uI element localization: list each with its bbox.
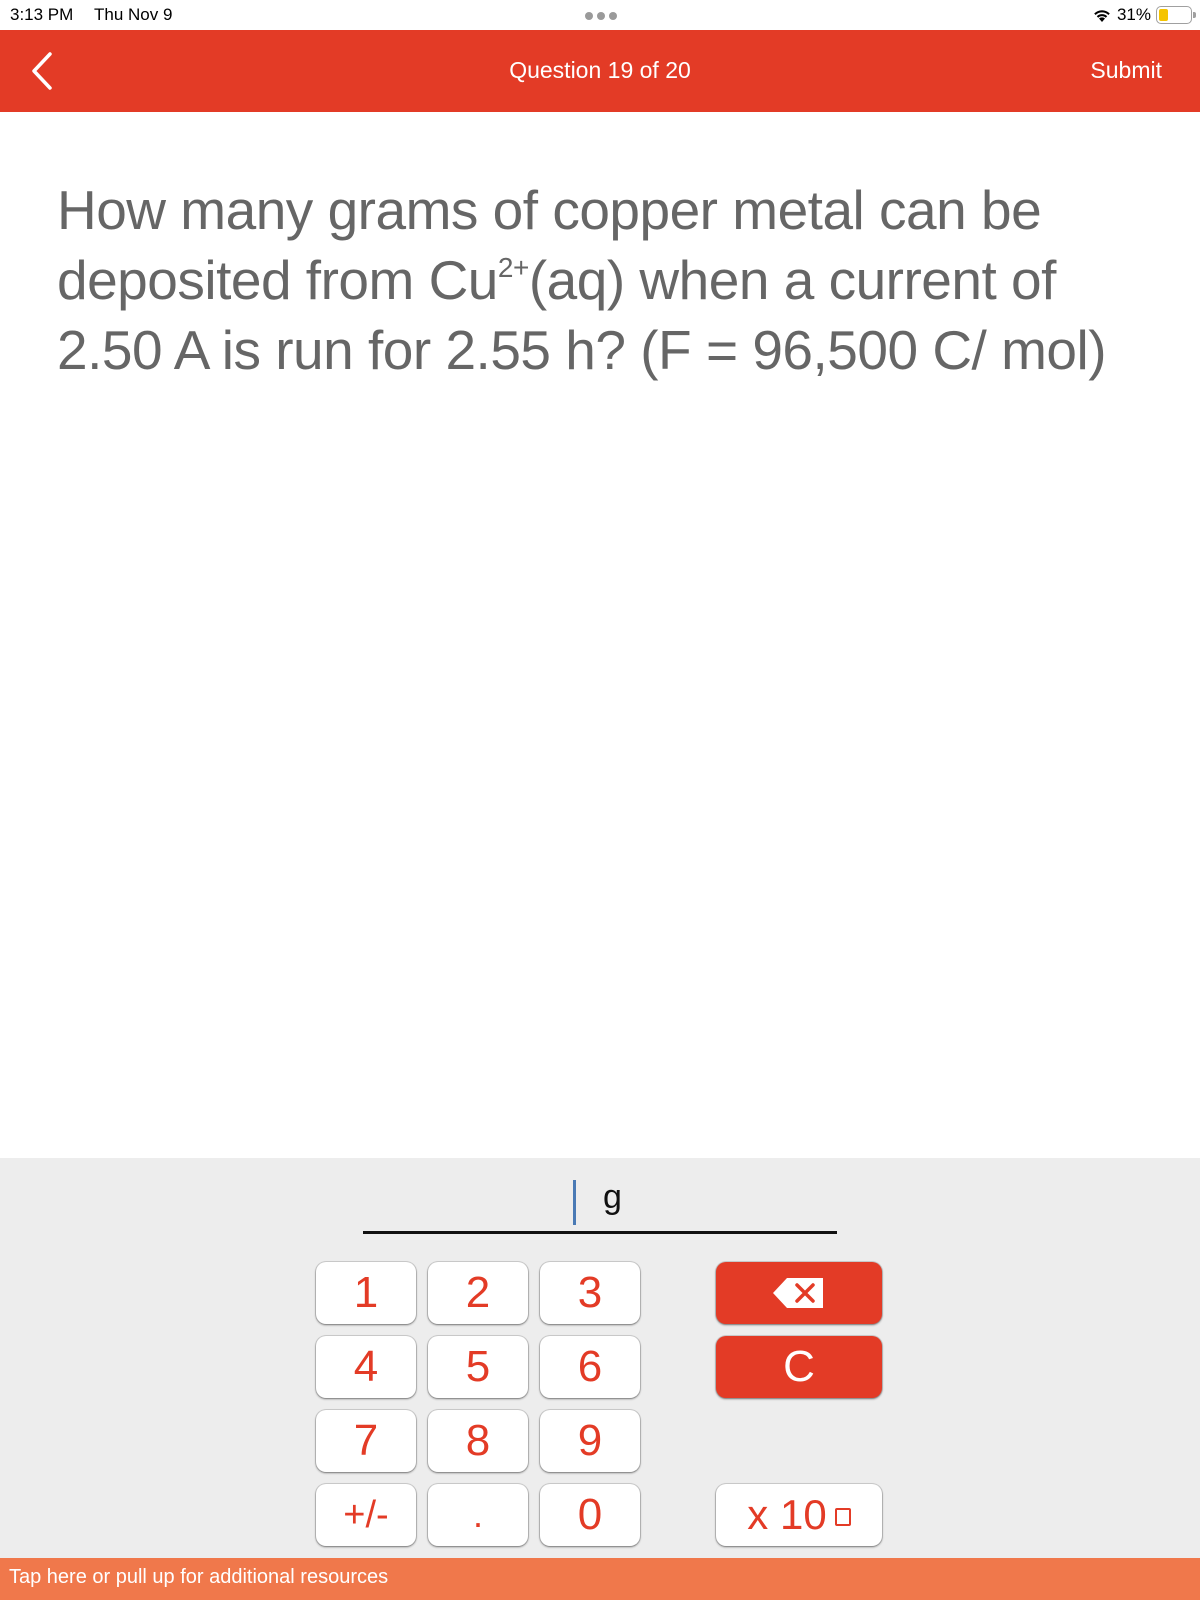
status-time: 3:13 PM [10,5,74,24]
wifi-icon [1094,10,1110,22]
clear-button[interactable]: C [716,1336,882,1398]
status-indicators: 31% [1092,3,1196,27]
charge-superscript: 2+ [497,252,529,283]
battery-icon [1156,6,1196,24]
x10-text: x 10 [747,1491,827,1538]
decimal-button[interactable]: . [428,1484,528,1546]
key-2[interactable]: 2 [428,1262,528,1324]
battery-level [1159,9,1169,21]
key-0[interactable]: 0 [540,1484,640,1546]
submit-button[interactable]: Submit [1090,57,1162,84]
answer-input[interactable] [363,1231,837,1234]
x10-label: x 10 [747,1491,851,1539]
key-1[interactable]: 1 [316,1262,416,1324]
backspace-button[interactable] [716,1262,882,1324]
more-dots-icon[interactable] [585,12,617,20]
key-4[interactable]: 4 [316,1336,416,1398]
battery-percent: 31% [1116,5,1151,24]
exponent-box-icon [834,1508,851,1526]
resources-label: Tap here or pull up for additional resou… [9,1566,389,1588]
answer-panel: g 1 2 3 4 5 6 C 7 8 9 +/- . 0 x 10 [0,1158,1200,1558]
resources-bar[interactable]: Tap here or pull up for additional resou… [0,1558,1200,1600]
question-counter: Question 19 of 20 [509,57,691,83]
scientific-notation-button[interactable]: x 10 [716,1484,882,1546]
key-8[interactable]: 8 [428,1410,528,1472]
answer-input-caret[interactable] [573,1180,576,1225]
app-root: 3:13 PM Thu Nov 9 31% Question 19 of 20 … [0,0,1200,1600]
answer-unit: g [603,1178,622,1216]
sign-toggle-button[interactable]: +/- [316,1484,416,1546]
key-7[interactable]: 7 [316,1410,416,1472]
status-bar: 3:13 PM Thu Nov 9 31% [0,0,1200,30]
key-3[interactable]: 3 [540,1262,640,1324]
nav-bar: Question 19 of 20 Submit [0,30,1200,112]
status-date: Thu Nov 9 [94,5,173,24]
backspace-icon [773,1278,823,1308]
question-text: How many grams of copper metal can be de… [57,175,1167,385]
key-6[interactable]: 6 [540,1336,640,1398]
key-9[interactable]: 9 [540,1410,640,1472]
key-5[interactable]: 5 [428,1336,528,1398]
